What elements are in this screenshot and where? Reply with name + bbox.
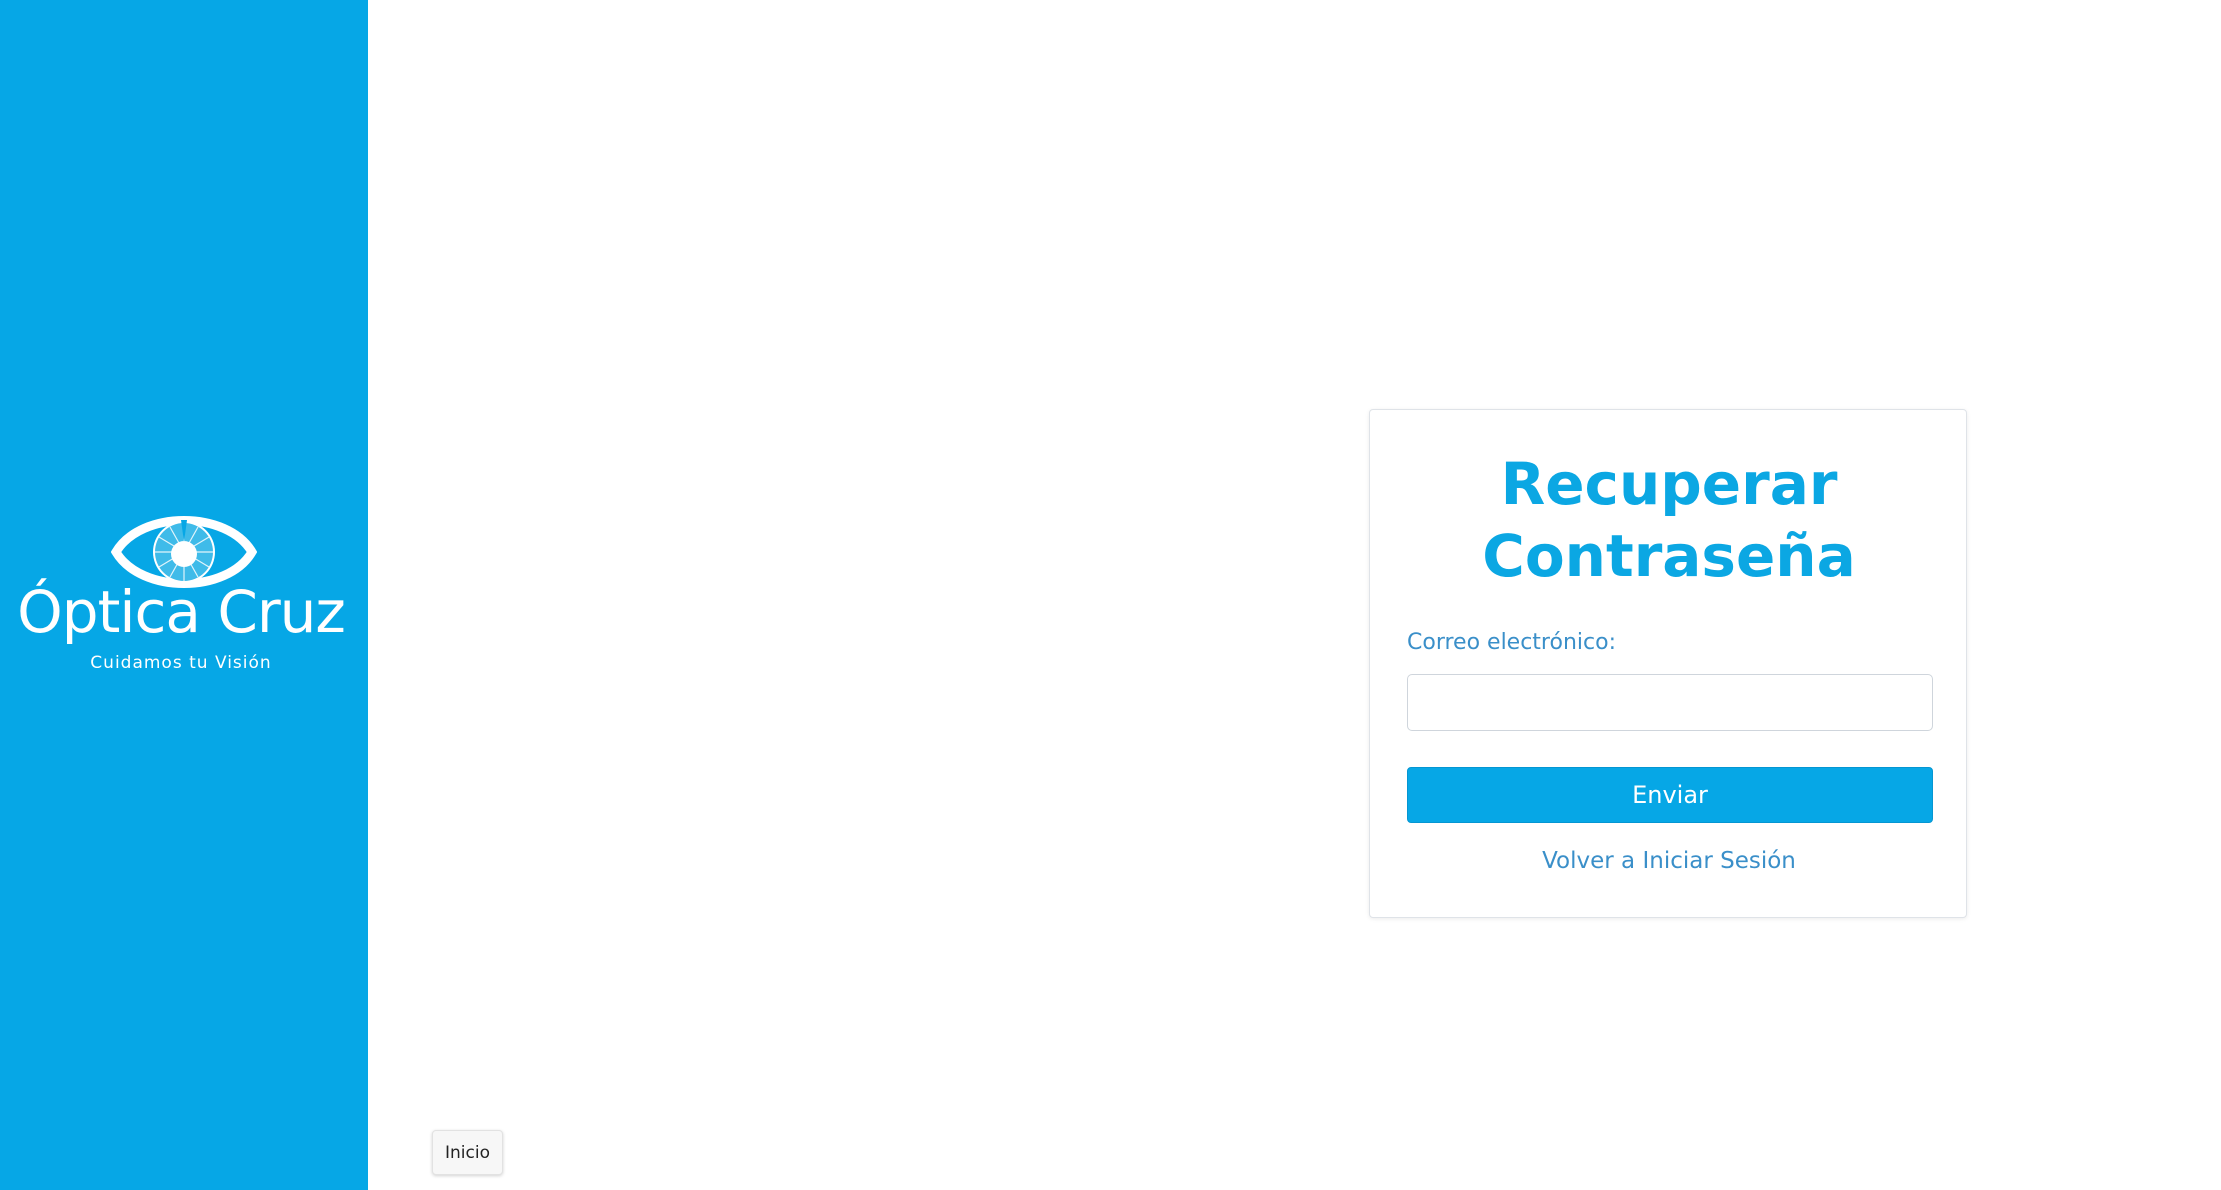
main-content: Recuperar Contraseña Correo electrónico:… xyxy=(368,0,2221,1190)
email-label: Correo electrónico: xyxy=(1407,630,1616,655)
page-title: Recuperar Contraseña xyxy=(1482,450,1856,590)
sidebar: Óptica Cruz Cuidamos tu Visión xyxy=(0,0,368,1190)
password-recovery-card: Recuperar Contraseña Correo electrónico:… xyxy=(1369,409,1967,918)
home-button[interactable]: Inicio xyxy=(432,1130,503,1175)
email-field[interactable] xyxy=(1407,674,1933,731)
brand-name: Óptica Cruz xyxy=(17,578,346,646)
back-to-login-link[interactable]: Volver a Iniciar Sesión xyxy=(1370,848,1968,874)
submit-button[interactable]: Enviar xyxy=(1407,767,1933,823)
brand-tagline: Cuidamos tu Visión xyxy=(90,653,272,673)
